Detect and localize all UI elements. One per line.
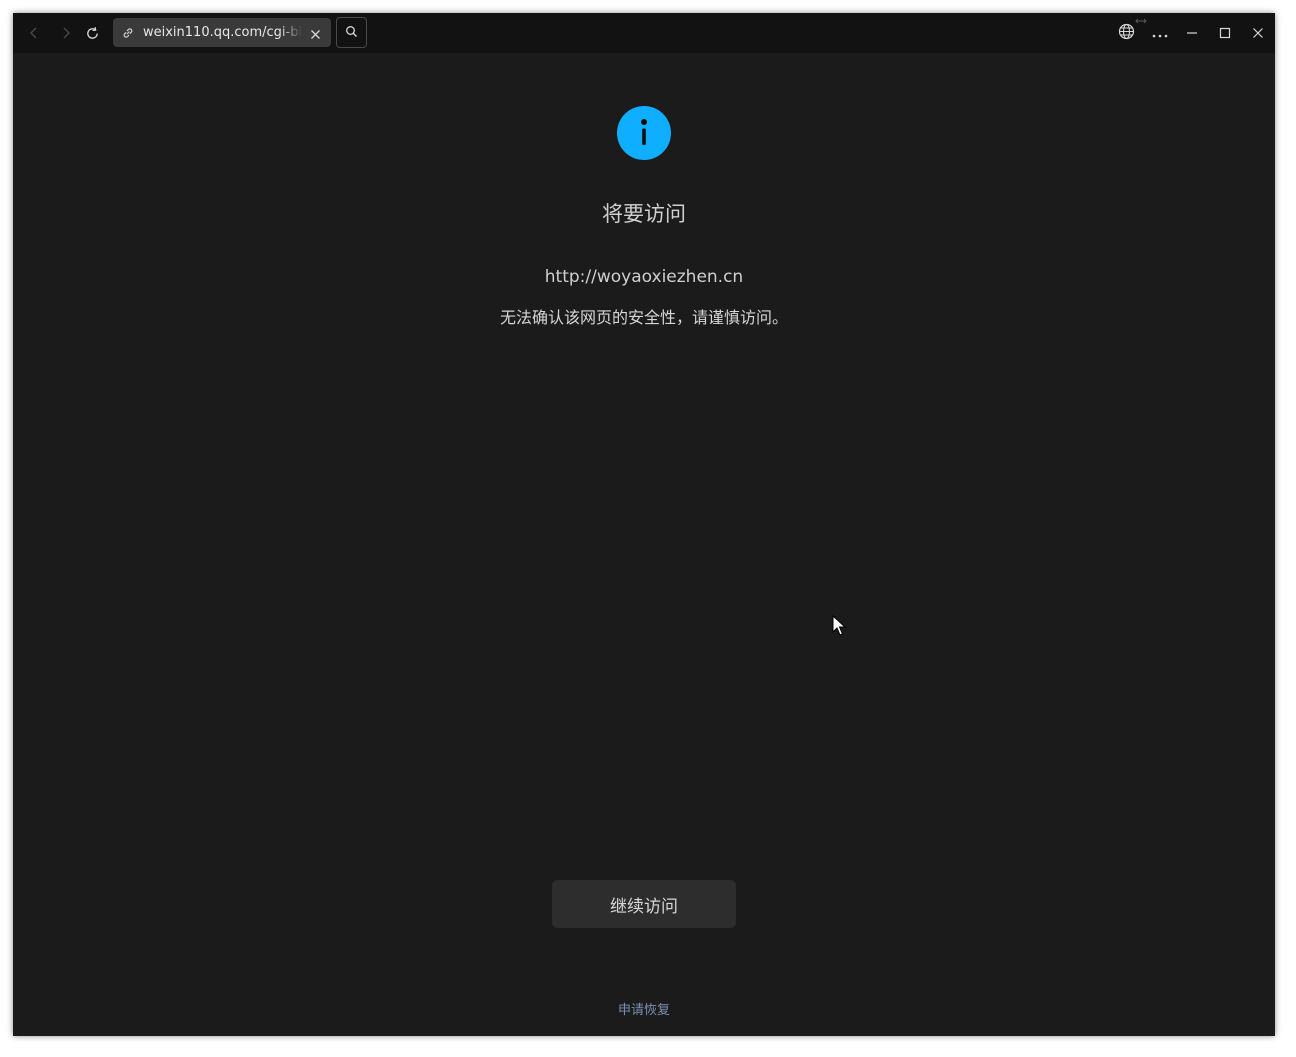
- clear-url-icon[interactable]: [309, 26, 322, 39]
- target-url: http://woyaoxiezhen.cn: [544, 267, 744, 287]
- globe-icon: [1118, 23, 1135, 44]
- search-button[interactable]: [336, 17, 367, 48]
- title-bar: weixin110.qq.com/cgi-bin/mmspamsupport-b…: [13, 13, 1275, 53]
- refresh-icon: [85, 26, 100, 41]
- info-icon: [617, 106, 671, 160]
- chevron-right-icon: [59, 26, 73, 40]
- address-bar[interactable]: weixin110.qq.com/cgi-bin/mmspamsupport-b…: [113, 18, 331, 47]
- maximize-icon: [1219, 24, 1231, 43]
- continue-visit-button[interactable]: 继续访问: [552, 880, 736, 928]
- mouse-cursor-icon: [832, 614, 847, 637]
- address-url[interactable]: weixin110.qq.com/cgi-bin/mmspamsupport-b…: [143, 24, 303, 42]
- close-window-button[interactable]: [1247, 22, 1269, 44]
- minimize-button[interactable]: [1181, 22, 1203, 44]
- forward-button[interactable]: [54, 21, 78, 45]
- link-icon: [121, 25, 135, 39]
- page-content: 将要访问 http://woyaoxiezhen.cn 无法确认该网页的安全性，…: [13, 53, 1275, 1036]
- page-title: 将要访问: [602, 202, 686, 226]
- search-icon: [345, 23, 358, 42]
- close-icon: [1252, 24, 1264, 43]
- back-button[interactable]: [22, 21, 46, 45]
- maximize-button[interactable]: [1214, 22, 1236, 44]
- more-button[interactable]: [1149, 22, 1171, 44]
- resize-arrows-icon: [1134, 13, 1148, 24]
- browser-window: weixin110.qq.com/cgi-bin/mmspamsupport-b…: [13, 13, 1275, 1036]
- chevron-left-icon: [27, 26, 41, 40]
- minimize-icon: [1186, 24, 1198, 43]
- language-button[interactable]: [1115, 22, 1137, 44]
- appeal-link[interactable]: 申请恢复: [544, 1002, 744, 1020]
- warning-message: 无法确认该网页的安全性，请谨慎访问。: [499, 308, 788, 327]
- refresh-button[interactable]: [80, 21, 104, 45]
- more-icon: [1152, 24, 1168, 43]
